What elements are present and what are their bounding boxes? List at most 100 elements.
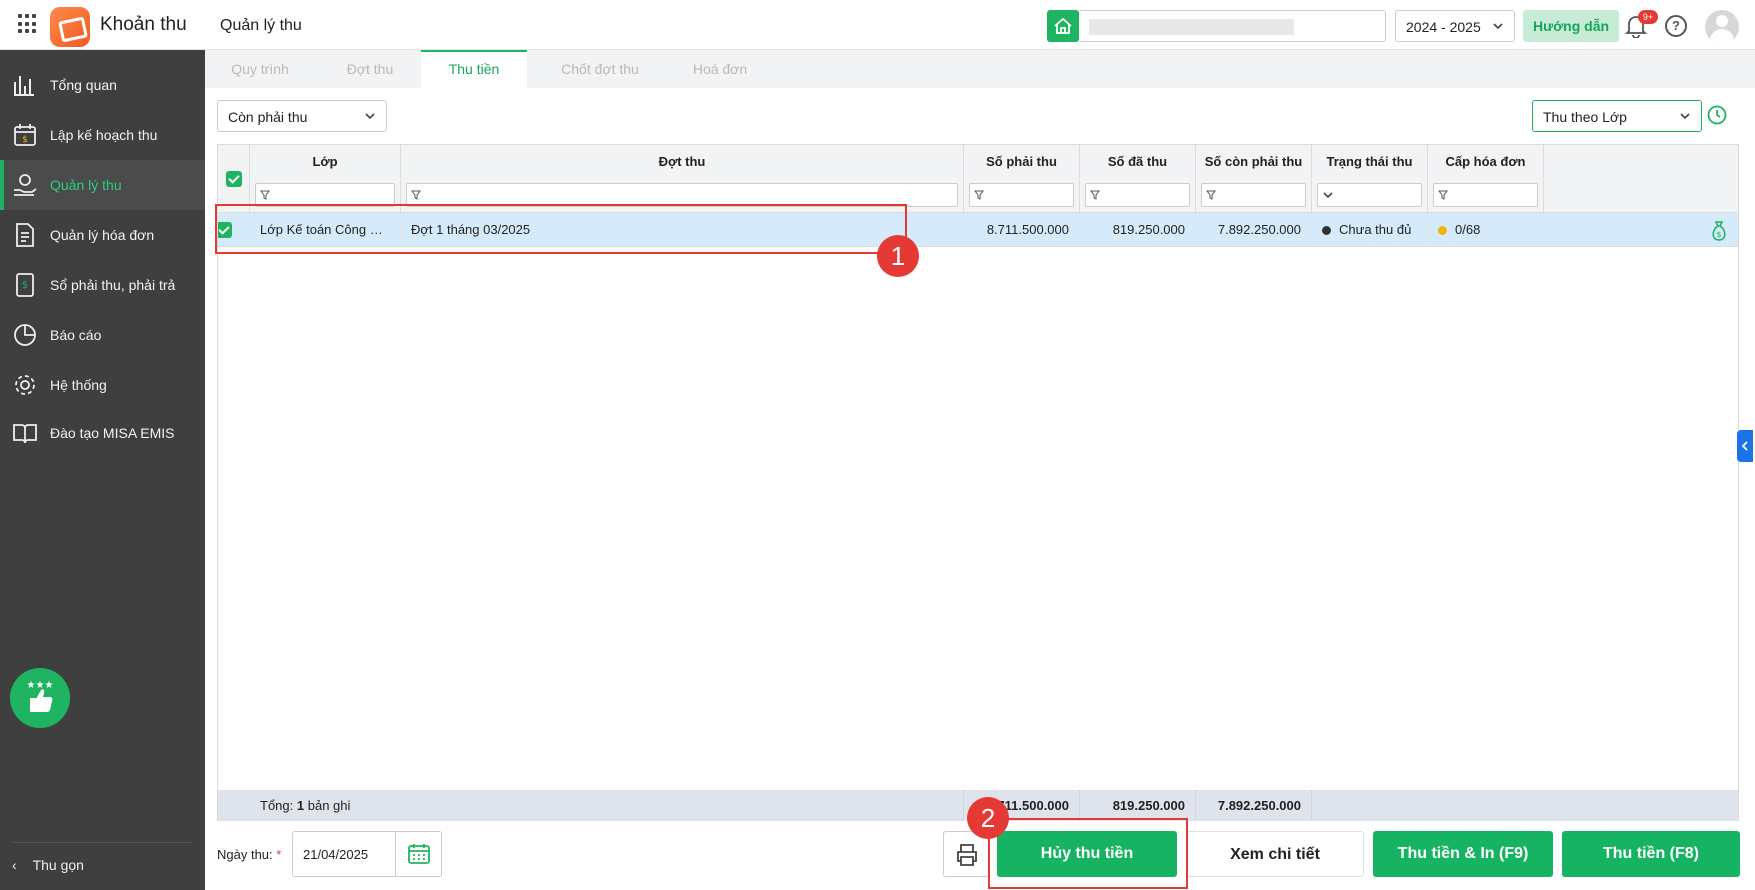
top-bar: Khoản thu Quản lý thu 2024 - 2025 Hướng … [0, 0, 1755, 50]
required-mark: * [276, 847, 282, 862]
status-filter-select[interactable]: Còn phải thu [217, 100, 387, 132]
sidebar-item-bao-cao[interactable]: Báo cáo [0, 310, 205, 360]
filter-icon [974, 190, 984, 200]
money-bag-icon[interactable]: $ [1710, 220, 1728, 242]
sidebar: Tổng quan $ Lập kế hoạch thu Quản lý thu… [0, 50, 205, 890]
chevron-left-icon: ‹ [12, 857, 17, 873]
app-logo [50, 7, 90, 47]
column-so-phai-thu: Số phải thu [964, 145, 1080, 213]
avatar[interactable] [1705, 10, 1739, 44]
invoice-icon [16, 223, 34, 247]
chevron-down-icon [365, 113, 375, 120]
school-selector[interactable] [1079, 10, 1386, 42]
tab-hoa-don[interactable]: Hoá đơn [665, 50, 775, 88]
sidebar-item-label: Hệ thống [50, 377, 107, 393]
total-count: 1 [296, 798, 305, 813]
printer-icon [957, 844, 977, 866]
sidebar-item-label: Tổng quan [50, 77, 117, 93]
annotation-marker-2: 2 [967, 797, 1009, 839]
calendar-icon [408, 844, 430, 864]
column-actions [1544, 145, 1738, 213]
view-detail-button[interactable]: Xem chi tiết [1186, 831, 1364, 877]
bar-chart-icon [14, 76, 34, 96]
filter-input[interactable] [969, 183, 1074, 207]
tab-dot-thu[interactable]: Đợt thu [315, 50, 425, 88]
sidebar-item-lap-ke-hoach-thu[interactable]: $ Lập kế hoạch thu [0, 110, 205, 160]
notification-badge: 9+ [1638, 10, 1658, 24]
column-header-label: Đợt thu [658, 154, 706, 169]
sidebar-item-tong-quan[interactable]: Tổng quan [0, 60, 205, 110]
collapse-label: Thu gọn [32, 857, 84, 873]
panel-toggle-handle[interactable] [1737, 430, 1753, 462]
gear-icon [15, 375, 35, 395]
svg-text:$: $ [22, 135, 28, 145]
filter-icon [260, 190, 270, 200]
history-icon[interactable] [1706, 104, 1728, 126]
tab-chot-dot-thu[interactable]: Chốt đợt thu [535, 50, 665, 88]
sidebar-item-dao-tao[interactable]: Đào tạo MISA EMIS [0, 408, 205, 458]
column-header-label: Số còn phải thu [1204, 154, 1303, 169]
cell-amount-due: 8.711.500.000 [964, 213, 1080, 247]
home-icon[interactable] [1047, 10, 1079, 42]
column-so-con-phai-thu: Số còn phải thu [1196, 145, 1312, 213]
sidebar-item-label: Lập kế hoạch thu [50, 127, 158, 143]
sidebar-item-he-thong[interactable]: Hệ thống [0, 360, 205, 410]
tab-thu-tien[interactable]: Thu tiền [421, 50, 527, 88]
feedback-button[interactable]: ★★★ [10, 668, 70, 728]
column-so-da-thu: Số đã thu [1080, 145, 1196, 213]
sidebar-item-quan-ly-thu[interactable]: Quản lý thu [0, 160, 205, 210]
filter-input[interactable] [1201, 183, 1306, 207]
app-grid-icon[interactable] [18, 14, 38, 34]
collect-by-value: Thu theo Lớp [1543, 109, 1627, 125]
annotation-marker-1: 1 [877, 235, 919, 277]
annotation-box-2 [988, 818, 1188, 889]
guide-button[interactable]: Hướng dẫn [1523, 10, 1619, 42]
cell-amount-remaining: 7.892.250.000 [1196, 213, 1312, 247]
tab-bar: Quy trình Đợt thu Thu tiền Chốt đợt thu … [205, 50, 1755, 88]
invoice-dot [1438, 226, 1447, 235]
status-dot [1322, 226, 1331, 235]
page-title: Quản lý thu [220, 17, 302, 34]
tab-quy-trinh[interactable]: Quy trình [205, 50, 315, 88]
sidebar-item-label: Đào tạo MISA EMIS [50, 425, 175, 441]
total-records: Tổng: 1 bản ghi [250, 790, 964, 821]
collapse-sidebar-button[interactable]: ‹ Thu gọn [12, 842, 192, 873]
help-icon[interactable]: ? [1665, 15, 1687, 37]
svg-text:$: $ [22, 280, 28, 291]
annotation-box-1 [215, 204, 907, 254]
status-text: Chưa thu đủ [1339, 222, 1412, 237]
total-suffix: bản ghi [307, 798, 351, 813]
ledger-icon: $ [16, 273, 34, 297]
collect-and-print-button[interactable]: Thu tiền & In (F9) [1373, 831, 1553, 877]
column-dot-thu: Đợt thu [401, 145, 964, 213]
date-value: 21/04/2025 [303, 847, 369, 862]
total-amount-paid: 819.250.000 [1080, 790, 1196, 821]
book-icon [13, 424, 37, 444]
school-year-select[interactable]: 2024 - 2025 [1395, 10, 1515, 42]
svg-text:$: $ [1716, 230, 1721, 239]
cell-actions: $ [1544, 213, 1738, 247]
cell-amount-paid: 819.250.000 [1080, 213, 1196, 247]
status-filter-value: Còn phải thu [228, 109, 308, 125]
chevron-down-icon [1493, 23, 1503, 30]
column-header-label: Cấp hóa đơn [1445, 154, 1526, 169]
calendar-button[interactable] [395, 832, 441, 876]
collect-by-select[interactable]: Thu theo Lớp [1532, 100, 1702, 132]
sidebar-item-label: Báo cáo [50, 327, 102, 343]
school-year-value: 2024 - 2025 [1406, 19, 1481, 35]
chevron-down-icon [1323, 192, 1333, 199]
date-input[interactable]: 21/04/2025 [292, 831, 442, 877]
app-name: Khoản thu [100, 14, 187, 35]
sidebar-item-so-phai-thu[interactable]: $ Sổ phải thu, phải trả [0, 260, 205, 310]
collect-button[interactable]: Thu tiền (F8) [1562, 831, 1740, 877]
filter-input[interactable] [1433, 183, 1538, 207]
status-filter-dropdown[interactable] [1317, 183, 1422, 207]
sidebar-item-quan-ly-hoa-don[interactable]: Quản lý hóa đơn [0, 210, 205, 260]
filter-icon [411, 190, 421, 200]
column-header-label: Số đã thu [1107, 154, 1168, 169]
svg-text:★★★: ★★★ [27, 680, 54, 691]
cell-status: Chưa thu đủ [1312, 213, 1428, 247]
select-all-checkbox[interactable] [226, 171, 242, 187]
filter-input[interactable] [1085, 183, 1190, 207]
hand-coin-icon [14, 174, 37, 196]
